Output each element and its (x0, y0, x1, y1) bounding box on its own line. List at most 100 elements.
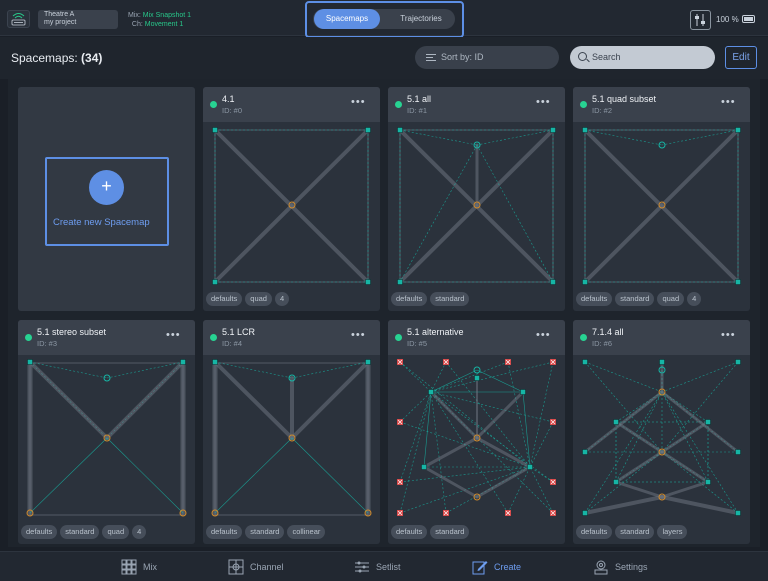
card-title: 4.1 (222, 94, 235, 104)
speaker (735, 510, 741, 516)
spacemap-card[interactable]: 5.1 quad subset ID: #2 ••• defaults stand… (573, 87, 750, 311)
speaker (582, 449, 588, 455)
card-header: 5.1 all ID: #1 ••• (388, 87, 565, 122)
spacemap-card[interactable]: 5.1 alternative ID: #5 ••• defaults stand… (388, 320, 565, 544)
tag-list: defaults standard quad 4 (21, 525, 147, 540)
tag: defaults (206, 525, 243, 539)
speaker (550, 127, 556, 133)
tag: standard (615, 292, 655, 306)
card-id: ID: #2 (592, 106, 613, 115)
tab-trajectories[interactable]: Trajectories (388, 9, 454, 29)
more-options-icon[interactable]: ••• (351, 96, 366, 108)
card-header: 5.1 alternative ID: #5 ••• (388, 320, 565, 355)
card-title: 5.1 alternative (407, 327, 464, 337)
create-spacemap-label[interactable]: Create new Spacemap (53, 217, 150, 228)
page-title: Spacemaps: (34) (11, 51, 102, 65)
sort-label: Sort by: ID (441, 52, 484, 62)
tag-list: defaults standard quad 4 (576, 292, 702, 307)
speaker (613, 479, 619, 485)
more-options-icon[interactable]: ••• (536, 329, 551, 341)
card-id: ID: #3 (37, 339, 58, 348)
card-title: 5.1 LCR (222, 327, 256, 337)
speaker (582, 359, 588, 365)
spacemap-card[interactable]: 5.1 all ID: #1 ••• defaults standard (388, 87, 565, 311)
setlist-icon (355, 561, 369, 573)
page-header: Spacemaps: (34) Sort by: ID Search Edit (0, 37, 768, 79)
active-status-dot (210, 101, 217, 108)
tab-channel-label: Channel (250, 562, 284, 572)
plus-icon[interactable]: + (89, 170, 124, 205)
tab-create-label: Create (494, 562, 522, 572)
spacemap-card[interactable]: 4.1 ID: #0 ••• defaults quad 4 (203, 87, 380, 311)
active-status-dot (580, 101, 587, 108)
tag: quad (245, 292, 272, 306)
bottom-tab-bar: Mix Channel Setlist Create Settings (0, 551, 768, 581)
tag-list: defaults standard (391, 292, 470, 307)
settings-icon (594, 560, 608, 575)
ch-prefix: Ch: (131, 21, 143, 28)
sliders-icon (695, 14, 705, 26)
spacemap-card[interactable]: 7.1.4 all ID: #6 ••• defaults standard lay… (573, 320, 750, 544)
project-selector[interactable]: Theatre A my project (38, 10, 118, 29)
tag: standard (430, 525, 470, 539)
edit-pencil-icon (472, 561, 488, 575)
card-title: 5.1 quad subset (592, 94, 657, 104)
edit-button[interactable]: Edit (725, 46, 757, 69)
sort-dropdown[interactable]: Sort by: ID (415, 46, 559, 69)
search-input[interactable]: Search (570, 46, 715, 69)
mixer-grid-icon (121, 559, 137, 575)
tag: defaults (391, 292, 428, 306)
speaker (428, 389, 434, 395)
card-title: 7.1.4 all (592, 327, 624, 337)
spacemap-card[interactable]: 5.1 stereo subset ID: #3 ••• defaults sta… (18, 320, 195, 544)
more-options-icon[interactable]: ••• (351, 329, 366, 341)
active-status-dot (25, 334, 32, 341)
mix-prefix: Mix: (128, 12, 141, 19)
spacemap-card[interactable]: 5.1 LCR ID: #4 ••• defaults standard colli… (203, 320, 380, 544)
active-status-dot (395, 334, 402, 341)
tag: defaults (206, 292, 243, 306)
speaker (582, 279, 588, 285)
speaker (212, 359, 218, 365)
tag: 4 (132, 525, 147, 539)
tag: standard (60, 525, 100, 539)
speaker (212, 279, 218, 285)
tag-list: defaults standard collinear (206, 525, 326, 540)
connection-button[interactable] (7, 10, 30, 28)
card-id: ID: #6 (592, 339, 613, 348)
speaker (705, 419, 711, 425)
speaker (582, 127, 588, 133)
active-status-dot (395, 101, 402, 108)
spacemap-diagram (397, 359, 556, 516)
tag-list: defaults quad 4 (206, 292, 290, 307)
battery-level: 100 % (716, 15, 739, 24)
more-options-icon[interactable]: ••• (721, 96, 736, 108)
card-id: ID: #5 (407, 339, 428, 348)
card-id: ID: #1 (407, 106, 428, 115)
tag-list: defaults standard (391, 525, 470, 540)
spacemap-diagram (582, 127, 741, 285)
more-options-icon[interactable]: ••• (536, 96, 551, 108)
speaker (397, 279, 403, 285)
tag: standard (430, 292, 470, 306)
tag: quad (657, 292, 685, 306)
card-header: 5.1 quad subset ID: #2 ••• (573, 87, 750, 122)
top-bar: Theatre A my project Mix: Mix Snapshot 1… (0, 0, 768, 38)
tab-settings-label: Settings (615, 562, 648, 572)
spacemap-diagram (212, 127, 371, 285)
spacemap-count: (34) (81, 51, 103, 65)
more-options-icon[interactable]: ••• (721, 329, 736, 341)
tag: defaults (576, 292, 613, 306)
search-placeholder: Search (592, 52, 621, 62)
tab-spacemaps[interactable]: Spacemaps (314, 9, 380, 29)
card-header: 4.1 ID: #0 ••• (203, 87, 380, 122)
tag: defaults (391, 525, 428, 539)
tag: quad (102, 525, 130, 539)
speaker (365, 279, 371, 285)
card-header: 5.1 stereo subset ID: #3 ••• (18, 320, 195, 355)
project-venue: Theatre A (44, 11, 75, 18)
search-icon (578, 52, 587, 61)
card-header: 7.1.4 all ID: #6 ••• (573, 320, 750, 355)
mixer-settings-button[interactable] (690, 10, 711, 30)
more-options-icon[interactable]: ••• (166, 329, 181, 341)
